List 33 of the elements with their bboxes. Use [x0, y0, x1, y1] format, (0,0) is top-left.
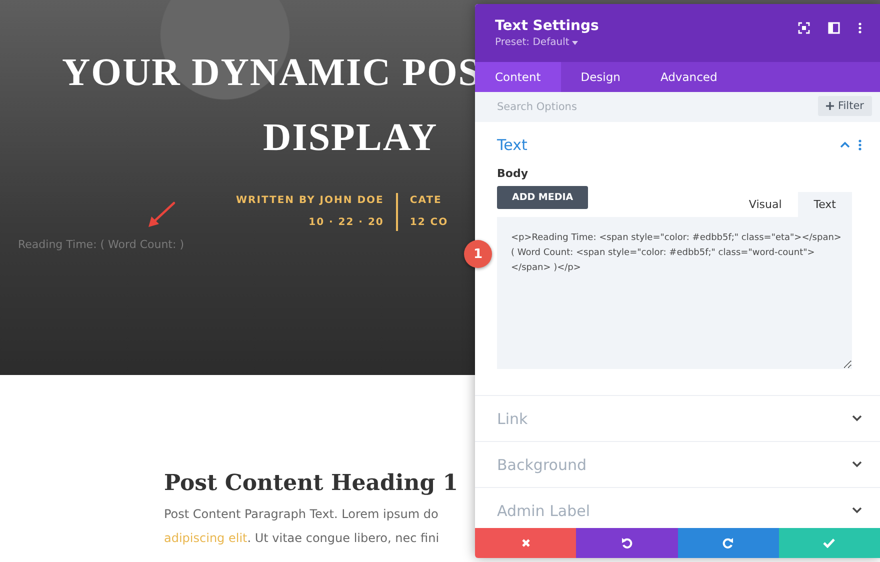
chevron-down-icon[interactable]: [852, 507, 862, 514]
preset-dropdown[interactable]: Preset: Default: [495, 37, 599, 48]
fullscreen-icon[interactable]: [798, 22, 810, 34]
plus-icon: [826, 102, 834, 110]
post-meta: CATE: [410, 194, 443, 208]
close-icon: [520, 538, 531, 548]
chevron-down-icon[interactable]: [852, 415, 862, 422]
chevron-down-icon[interactable]: [852, 461, 862, 468]
filter-button[interactable]: Filter: [818, 96, 872, 116]
field-label: Body: [497, 167, 529, 180]
more-icon[interactable]: [858, 22, 862, 34]
panel-tab[interactable]: Content: [475, 62, 561, 92]
post-meta: WRITTEN BY JOHN DOE: [236, 194, 384, 208]
add-media-button[interactable]: ADD MEDIA: [497, 186, 588, 209]
panel-tab[interactable]: Advanced: [640, 62, 738, 92]
section-title[interactable]: Text: [497, 136, 832, 154]
undo-icon: [620, 537, 633, 549]
more-icon[interactable]: [858, 138, 862, 150]
redo-icon: [722, 537, 734, 549]
post-meta: 12 CO: [410, 216, 448, 230]
caret-icon[interactable]: [572, 41, 578, 45]
code-editor[interactable]: <p>Reading Time: <span style="color: #edbb5f;" class="eta"></span> ( Word Count: <span style="color: #edbb5f;" class="word-count"> </span> )</p>: [497, 217, 852, 369]
panel-title: Text Settings: [495, 18, 599, 34]
post-title: DISPLAY: [263, 115, 438, 161]
check-icon: [823, 538, 836, 548]
panel-tab[interactable]: Design: [560, 62, 640, 92]
search-input[interactable]: Search Options: [495, 100, 790, 114]
split-view-icon[interactable]: [828, 22, 840, 34]
post-meta: 10 · 22 · 20: [308, 216, 384, 230]
reading-time-text: Reading Time: ( Word Count: ): [18, 238, 184, 251]
chevron-up-icon[interactable]: [840, 141, 850, 148]
editor-tab[interactable]: Text: [798, 192, 852, 217]
post-heading: Post Content Heading 1: [164, 470, 460, 496]
